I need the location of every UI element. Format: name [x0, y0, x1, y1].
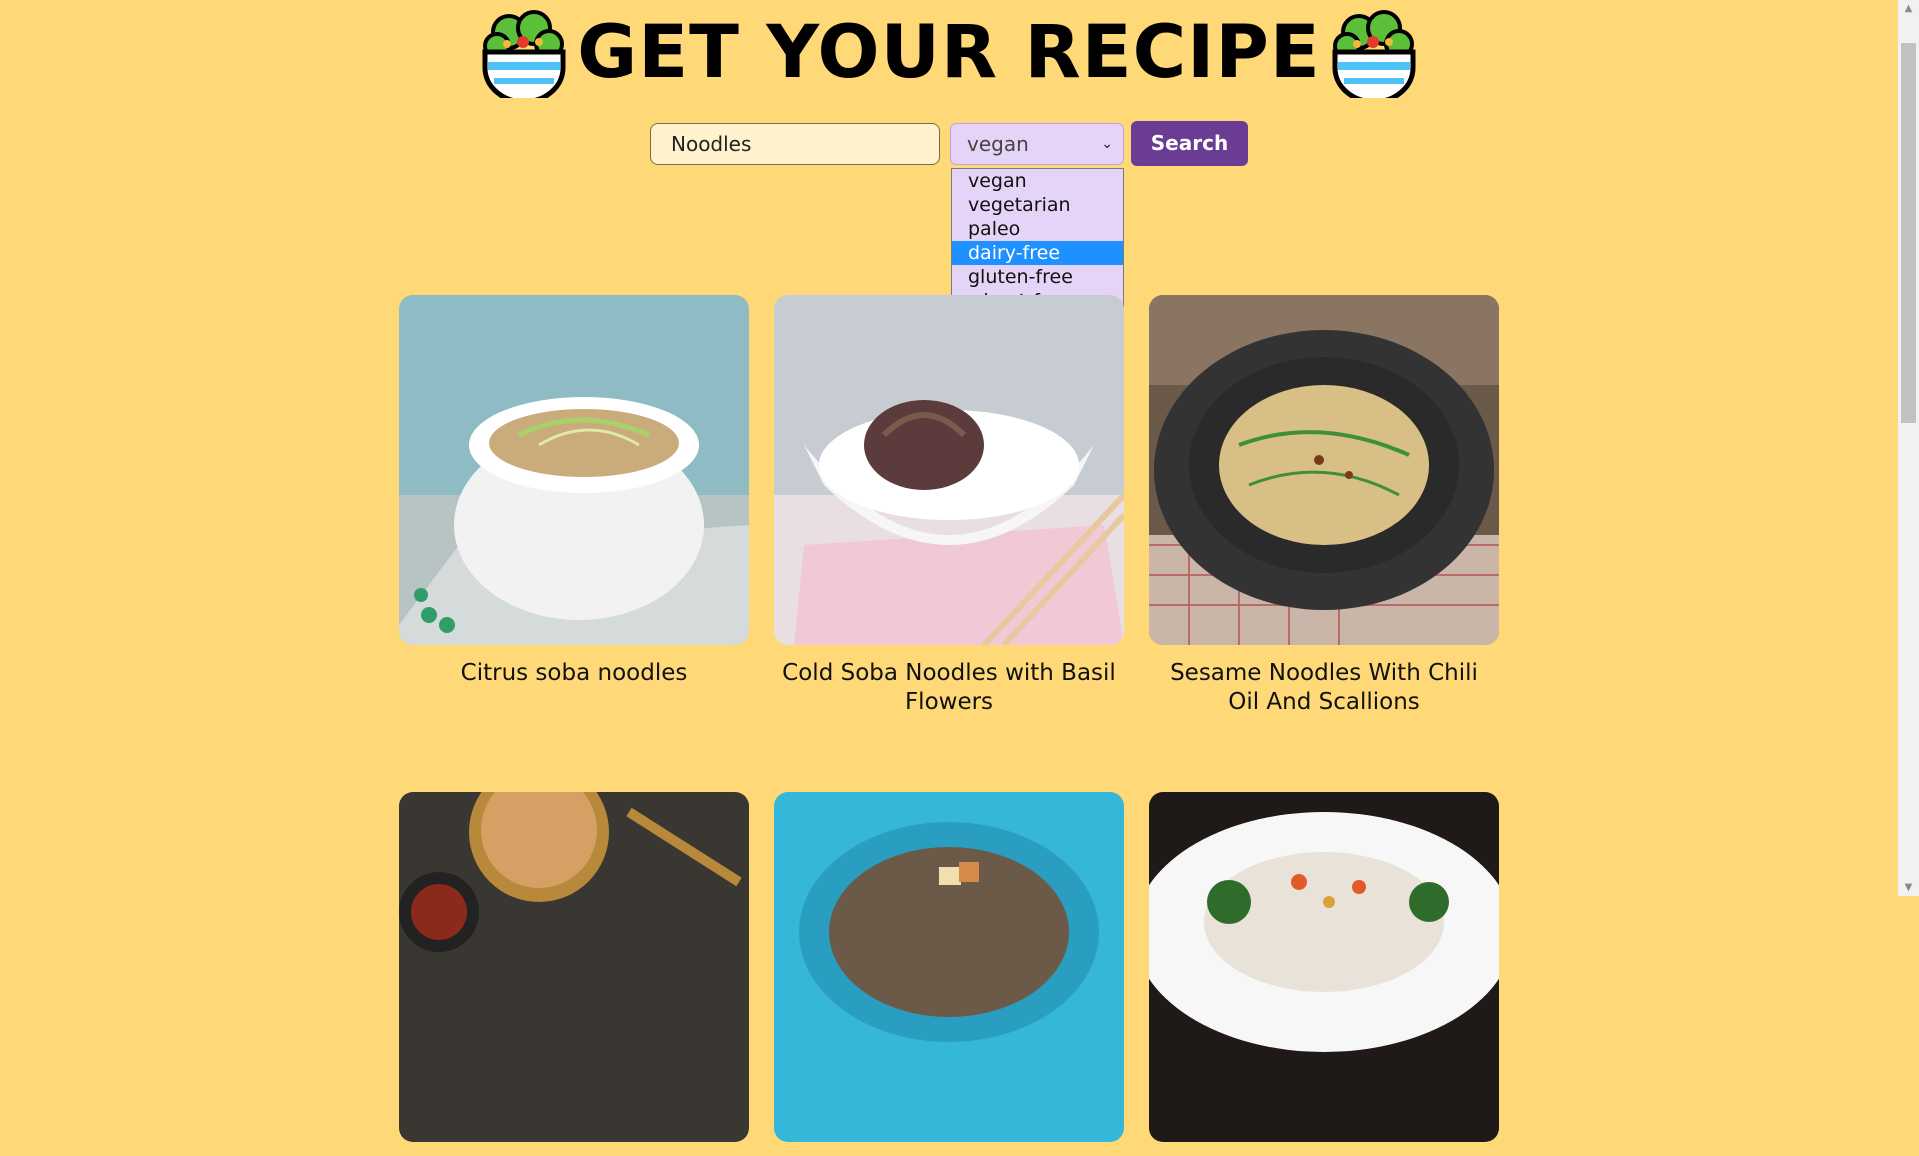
recipe-title[interactable]: Citrus soba noodles [399, 659, 749, 688]
recipe-card[interactable]: Sesame Noodles With Chili Oil And Scalli… [1149, 295, 1499, 717]
search-button[interactable]: Search [1131, 121, 1248, 166]
chevron-down-icon: ⌄ [1101, 136, 1113, 152]
salad-bowl-icon [1332, 10, 1416, 98]
diet-select[interactable]: vegan ⌄ [950, 123, 1124, 165]
scroll-down-icon[interactable]: ▼ [1898, 879, 1919, 896]
search-input[interactable]: Noodles [650, 123, 940, 165]
diet-option[interactable]: vegan [952, 169, 1123, 193]
recipe-image[interactable] [774, 295, 1124, 645]
scroll-up-icon[interactable]: ▲ [1898, 0, 1919, 17]
recipe-image[interactable] [1149, 295, 1499, 645]
search-bar: Noodles vegan ⌄ Search [0, 121, 1898, 167]
recipe-card[interactable]: Cold Soba Noodles with Basil Flowers [774, 295, 1124, 717]
header: GET YOUR RECIPE [0, 8, 1898, 98]
recipe-image[interactable] [399, 792, 749, 1142]
recipe-title[interactable]: Sesame Noodles With Chili Oil And Scalli… [1149, 659, 1499, 717]
recipe-card[interactable]: Citrus soba noodles [399, 295, 749, 688]
recipe-card[interactable] [399, 792, 749, 1156]
diet-select-value: vegan [967, 132, 1029, 156]
recipe-image[interactable] [774, 792, 1124, 1142]
salad-bowl-icon [482, 10, 566, 98]
recipe-image[interactable] [399, 295, 749, 645]
recipe-title[interactable]: Cold Soba Noodles with Basil Flowers [774, 659, 1124, 717]
scroll-thumb[interactable] [1901, 43, 1916, 423]
page-title: GET YOUR RECIPE [577, 10, 1321, 95]
recipe-image[interactable] [1149, 792, 1499, 1142]
recipe-page: GET YOUR RECIPE Noodles vegan ⌄ Search v… [0, 0, 1898, 1142]
recipe-card[interactable] [774, 792, 1124, 1156]
diet-option[interactable]: gluten-free [952, 265, 1123, 289]
page-scrollbar[interactable]: ▲ ▼ [1898, 0, 1919, 896]
diet-option-highlighted[interactable]: dairy-free [952, 241, 1123, 265]
diet-option[interactable]: paleo [952, 217, 1123, 241]
recipe-card[interactable] [1149, 792, 1499, 1156]
diet-option[interactable]: vegetarian [952, 193, 1123, 217]
